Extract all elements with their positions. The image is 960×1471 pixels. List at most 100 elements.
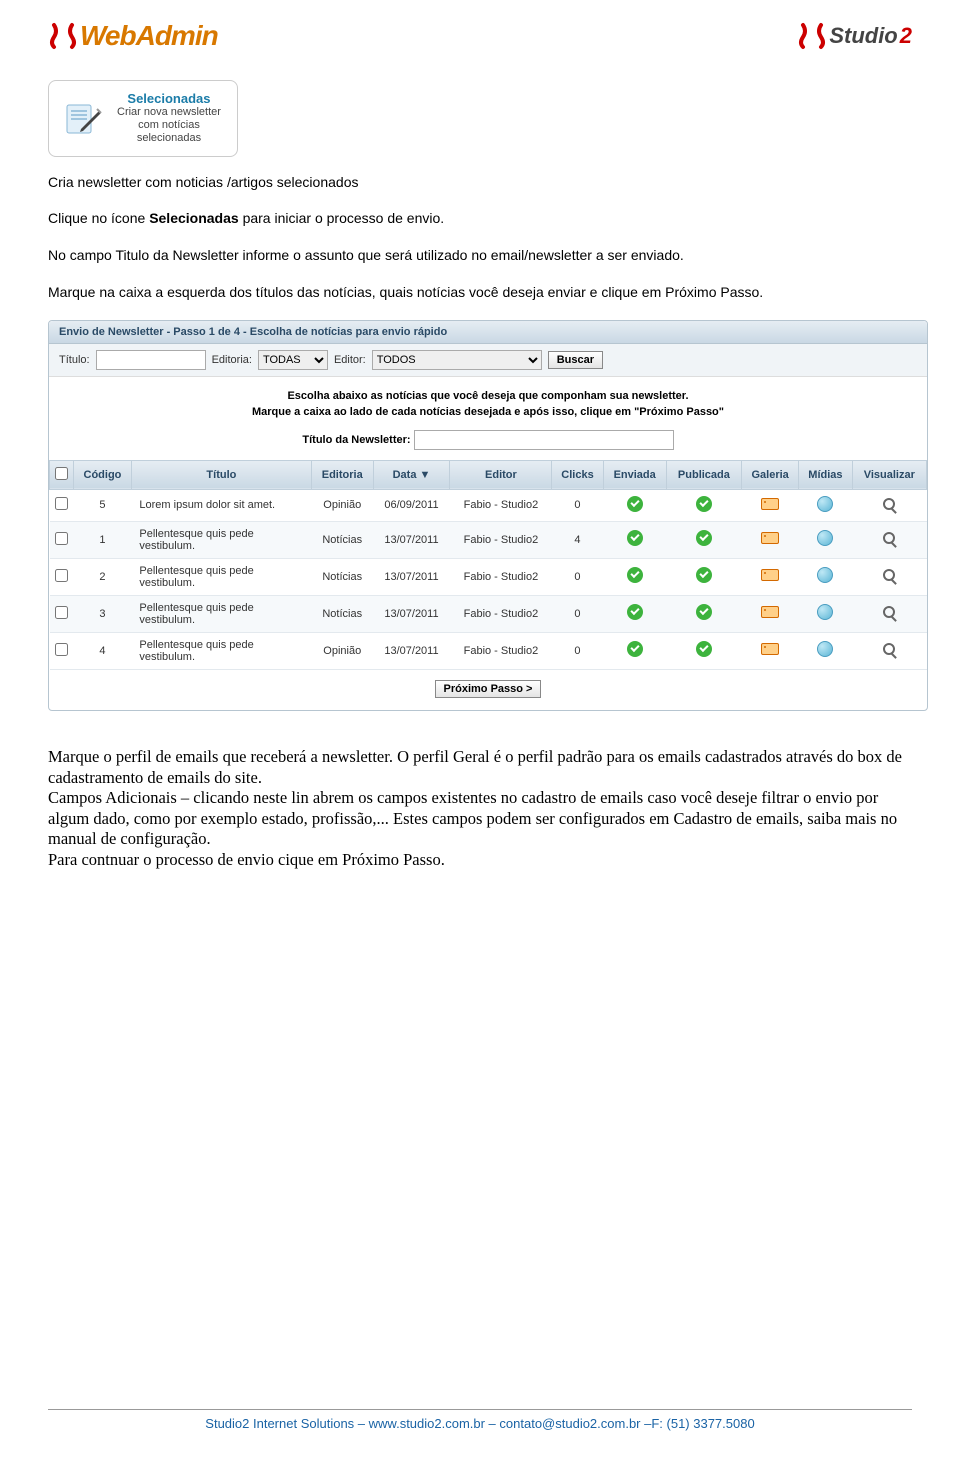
card-title: Selecionadas bbox=[117, 91, 221, 106]
magnifier-icon bbox=[883, 498, 895, 510]
col-galeria[interactable]: Galeria bbox=[742, 460, 799, 489]
intro-line-1: Cria newsletter com noticias /artigos se… bbox=[48, 173, 912, 192]
newsletter-title-label: Título da Newsletter: bbox=[302, 434, 410, 446]
check-icon bbox=[627, 496, 643, 512]
cell-midias[interactable] bbox=[799, 489, 852, 521]
col-clicks[interactable]: Clicks bbox=[552, 460, 603, 489]
cell-galeria[interactable] bbox=[742, 595, 799, 632]
logo-text-2: 2 bbox=[900, 23, 912, 49]
cell-data: 13/07/2011 bbox=[373, 595, 450, 632]
intro-line-3: No campo Titulo da Newsletter informe o … bbox=[48, 246, 912, 265]
cell-enviada bbox=[603, 489, 666, 521]
cell-data: 13/07/2011 bbox=[373, 521, 450, 558]
cell-visualizar[interactable] bbox=[852, 521, 926, 558]
col-midias[interactable]: Mídias bbox=[799, 460, 852, 489]
cell-publicada bbox=[666, 521, 741, 558]
titulo-label: Título: bbox=[59, 354, 90, 366]
col-visualizar[interactable]: Visualizar bbox=[852, 460, 926, 489]
logo-studio2: Studio2 bbox=[797, 21, 912, 51]
newsletter-title-input[interactable] bbox=[414, 430, 674, 450]
table-row: 3Pellentesque quis pede vestibulum.Notíc… bbox=[50, 595, 927, 632]
cell-titulo: Pellentesque quis pede vestibulum. bbox=[131, 558, 311, 595]
cell-editoria: Opinião bbox=[311, 489, 373, 521]
table-header-row: Código Título Editoria Data ▼ Editor Cli… bbox=[50, 460, 927, 489]
row-checkbox[interactable] bbox=[55, 606, 68, 619]
editor-select[interactable]: TODOS bbox=[372, 350, 542, 370]
check-icon bbox=[696, 567, 712, 583]
row-checkbox[interactable] bbox=[55, 643, 68, 656]
titulo-input[interactable] bbox=[96, 350, 206, 370]
cell-midias[interactable] bbox=[799, 632, 852, 669]
cell-data: 13/07/2011 bbox=[373, 632, 450, 669]
panel-footer: Próximo Passo > bbox=[49, 670, 927, 710]
magnifier-icon bbox=[883, 532, 895, 544]
col-editor[interactable]: Editor bbox=[450, 460, 552, 489]
cell-data: 06/09/2011 bbox=[373, 489, 450, 521]
globe-icon bbox=[817, 567, 833, 583]
cell-midias[interactable] bbox=[799, 521, 852, 558]
body-p1: Marque o perfil de emails que receberá a… bbox=[48, 747, 912, 788]
logo-webadmin: WebAdmin bbox=[48, 20, 218, 52]
intro-line-4: Marque na caixa a esquerda dos títulos d… bbox=[48, 283, 912, 302]
check-icon bbox=[696, 530, 712, 546]
cell-editor: Fabio - Studio2 bbox=[450, 632, 552, 669]
cell-midias[interactable] bbox=[799, 558, 852, 595]
cell-visualizar[interactable] bbox=[852, 632, 926, 669]
cell-publicada bbox=[666, 489, 741, 521]
cell-galeria[interactable] bbox=[742, 632, 799, 669]
cell-clicks: 0 bbox=[552, 632, 603, 669]
cell-codigo: 3 bbox=[74, 595, 132, 632]
globe-icon bbox=[817, 496, 833, 512]
cell-enviada bbox=[603, 632, 666, 669]
cell-midias[interactable] bbox=[799, 595, 852, 632]
body-text-block: Marque o perfil de emails que receberá a… bbox=[48, 747, 912, 871]
col-editoria[interactable]: Editoria bbox=[311, 460, 373, 489]
gallery-icon bbox=[761, 606, 779, 618]
col-enviada[interactable]: Enviada bbox=[603, 460, 666, 489]
cell-titulo: Pellentesque quis pede vestibulum. bbox=[131, 595, 311, 632]
cell-clicks: 0 bbox=[552, 558, 603, 595]
proximo-passo-button[interactable]: Próximo Passo > bbox=[435, 680, 542, 698]
cell-editor: Fabio - Studio2 bbox=[450, 489, 552, 521]
gallery-icon bbox=[761, 569, 779, 581]
row-checkbox[interactable] bbox=[55, 569, 68, 582]
col-publicada[interactable]: Publicada bbox=[666, 460, 741, 489]
cell-galeria[interactable] bbox=[742, 521, 799, 558]
logo-mark-icon bbox=[48, 21, 78, 51]
gallery-icon bbox=[761, 498, 779, 510]
cell-editoria: Notícias bbox=[311, 558, 373, 595]
table-row: 4Pellentesque quis pede vestibulum.Opini… bbox=[50, 632, 927, 669]
cell-publicada bbox=[666, 632, 741, 669]
newsletter-icon bbox=[61, 95, 105, 142]
col-data[interactable]: Data ▼ bbox=[373, 460, 450, 489]
row-checkbox[interactable] bbox=[55, 497, 68, 510]
card-sub3: selecionadas bbox=[117, 132, 221, 145]
col-codigo[interactable]: Código bbox=[74, 460, 132, 489]
row-checkbox[interactable] bbox=[55, 532, 68, 545]
cell-visualizar[interactable] bbox=[852, 558, 926, 595]
cell-publicada bbox=[666, 595, 741, 632]
gallery-icon bbox=[761, 643, 779, 655]
instructions-block: Cria newsletter com noticias /artigos se… bbox=[48, 173, 912, 303]
cell-enviada bbox=[603, 558, 666, 595]
cell-galeria[interactable] bbox=[742, 558, 799, 595]
globe-icon bbox=[817, 530, 833, 546]
select-all-checkbox[interactable] bbox=[55, 467, 68, 480]
cell-codigo: 2 bbox=[74, 558, 132, 595]
check-icon bbox=[627, 604, 643, 620]
globe-icon bbox=[817, 604, 833, 620]
col-titulo[interactable]: Título bbox=[131, 460, 311, 489]
gallery-icon bbox=[761, 532, 779, 544]
cell-visualizar[interactable] bbox=[852, 489, 926, 521]
buscar-button[interactable]: Buscar bbox=[548, 351, 603, 369]
cell-visualizar[interactable] bbox=[852, 595, 926, 632]
panel-title: Envio de Newsletter - Passo 1 de 4 - Esc… bbox=[49, 321, 927, 344]
cell-galeria[interactable] bbox=[742, 489, 799, 521]
magnifier-icon bbox=[883, 606, 895, 618]
magnifier-icon bbox=[883, 569, 895, 581]
cell-editor: Fabio - Studio2 bbox=[450, 558, 552, 595]
selecionadas-card[interactable]: Selecionadas Criar nova newsletter com n… bbox=[48, 80, 238, 157]
editoria-select[interactable]: TODAS bbox=[258, 350, 328, 370]
page-header: WebAdmin Studio2 bbox=[48, 0, 912, 80]
card-sub1: Criar nova newsletter bbox=[117, 106, 221, 119]
